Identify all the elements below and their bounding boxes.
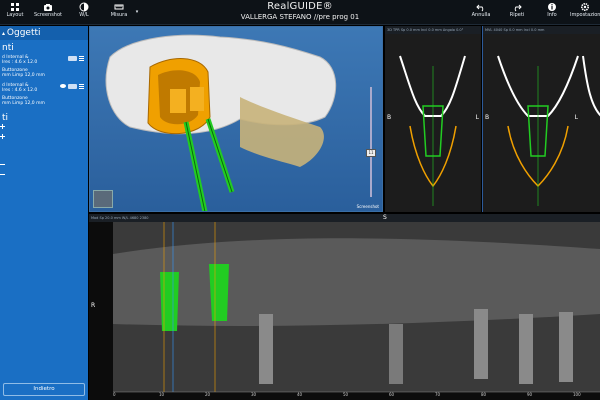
sidebar-title: ▴ Oggetti bbox=[0, 26, 88, 40]
cross-section-2-header: MVL 4040 Sp 0.0 mm Incl 0.0 mm bbox=[483, 26, 600, 34]
view-3d[interactable]: 11 Screenshot bbox=[89, 26, 383, 212]
settings-label: Impostazioni bbox=[570, 12, 600, 18]
pano-tick-label: 50 bbox=[343, 392, 349, 397]
sidebar-title-text: Oggetti bbox=[6, 28, 41, 38]
pano-tick-label: 100 bbox=[573, 392, 581, 397]
panoramic-image bbox=[113, 222, 600, 393]
menu-icon[interactable] bbox=[79, 56, 84, 61]
gear-icon bbox=[580, 2, 590, 12]
pano-tick-label: 30 bbox=[251, 392, 257, 397]
app: Layout Screenshot W/L Misura ▾ RealGUIDE… bbox=[0, 0, 600, 400]
pano-tick-label: 10 bbox=[159, 392, 165, 397]
list-item-guide-2[interactable] bbox=[0, 134, 88, 144]
eye-icon[interactable] bbox=[60, 84, 66, 88]
settings-button[interactable]: Impostazioni bbox=[570, 2, 600, 18]
side-label-b: B bbox=[387, 114, 392, 121]
objects-sidebar: ▴ Oggetti nti d Internal & Ires : 4.6 x … bbox=[0, 26, 88, 400]
pano-tick-label: 80 bbox=[481, 392, 487, 397]
side-label-l2: L bbox=[574, 114, 578, 121]
redo-button[interactable]: Ripeti bbox=[502, 2, 532, 18]
view-3d-label: Screenshot bbox=[356, 204, 379, 209]
view-cross-section-2[interactable]: MVL 4040 Sp 0.0 mm Incl 0.0 mm B L bbox=[482, 26, 600, 212]
pano-tick-label: 90 bbox=[527, 392, 533, 397]
side-label-b2: B bbox=[485, 114, 490, 121]
menu-icon[interactable] bbox=[79, 84, 84, 89]
back-button[interactable]: Indietro bbox=[3, 383, 85, 396]
cross-section-2-image bbox=[483, 34, 600, 212]
cross-section-1-image bbox=[385, 34, 481, 212]
list-item-object-2[interactable] bbox=[0, 172, 88, 182]
pano-label-s: S bbox=[383, 214, 387, 221]
list-item-implant-1[interactable]: d Internal & Ires : 4.6 x 12.0 Buttonzon… bbox=[0, 54, 88, 78]
undo-button[interactable]: Annulla bbox=[466, 2, 496, 18]
section-guides-title: ti bbox=[2, 113, 9, 123]
implant-1-line-5: mm Limp 12,0 mm bbox=[2, 73, 45, 78]
redo-icon bbox=[514, 4, 522, 12]
info-icon bbox=[548, 3, 556, 11]
list-item-guide-1[interactable] bbox=[0, 124, 88, 134]
pano-label-r: R bbox=[91, 302, 96, 309]
undo-label: Annulla bbox=[471, 12, 491, 18]
opacity-slider-knob[interactable]: 11 bbox=[366, 149, 376, 157]
info-button[interactable]: Info bbox=[537, 2, 567, 18]
view-panoramic[interactable]: Mod Sp 20.0 mm W/L 4680 2380 S R 0 10 20 30… bbox=[89, 214, 600, 400]
implant-2-line-5: mm Limp 12,0 mm bbox=[2, 101, 45, 106]
opacity-slider-track[interactable] bbox=[370, 87, 372, 197]
section-implants-title: nti bbox=[2, 43, 14, 53]
pano-tick-label: 40 bbox=[297, 392, 303, 397]
implant-tag-icon[interactable] bbox=[68, 56, 77, 61]
slider-value: 11 bbox=[368, 150, 374, 155]
undo-icon bbox=[476, 4, 484, 12]
side-label-l: L bbox=[475, 114, 479, 121]
panoramic-header: Mod Sp 20.0 mm W/L 4680 2380 bbox=[89, 214, 600, 222]
redo-label: Ripeti bbox=[509, 12, 525, 18]
implant-tag-icon[interactable] bbox=[68, 84, 77, 89]
pano-tick-label: 0 bbox=[113, 392, 116, 397]
3d-model bbox=[105, 34, 337, 211]
pano-tick-label: 20 bbox=[205, 392, 211, 397]
list-item-implant-2[interactable]: d Internal & Ires : 4.6 x 12.0 Buttonzon… bbox=[0, 82, 88, 106]
top-toolbar: Layout Screenshot W/L Misura ▾ RealGUIDE… bbox=[0, 0, 600, 25]
view-cross-section-1[interactable]: 3D TPR Sp 0.0 mm Incl 0.0 mm Angolo 0.0°… bbox=[385, 26, 481, 212]
orientation-thumbnail[interactable] bbox=[93, 190, 113, 208]
info-label: Info bbox=[547, 12, 557, 18]
pano-tick-label: 60 bbox=[389, 392, 395, 397]
cross-section-1-header: 3D TPR Sp 0.0 mm Incl 0.0 mm Angolo 0.0° bbox=[385, 26, 481, 34]
pano-tick-label: 70 bbox=[435, 392, 441, 397]
pano-ruler: 0 10 20 30 40 50 60 70 80 90 100 bbox=[113, 391, 600, 399]
list-item-object-1[interactable] bbox=[0, 162, 88, 172]
